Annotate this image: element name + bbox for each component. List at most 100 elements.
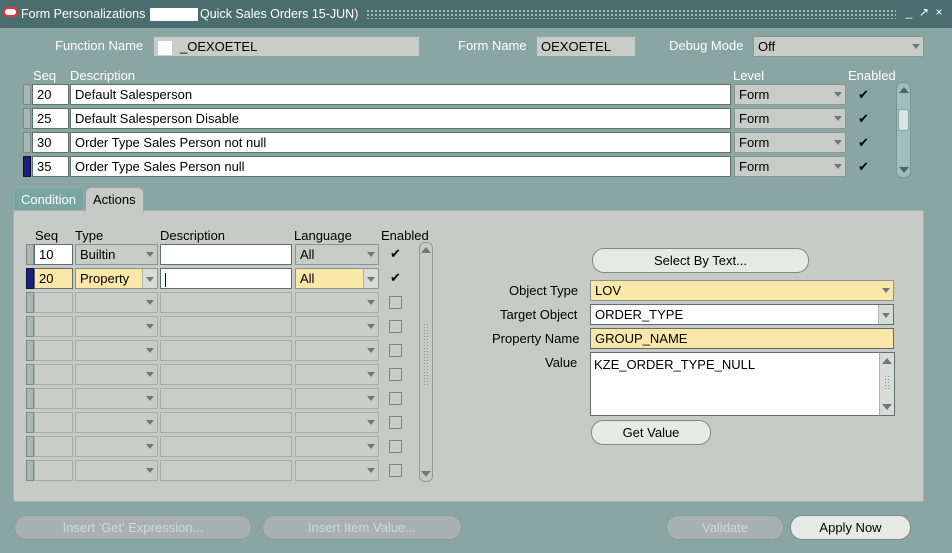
rules-scrollbar[interactable] [896,82,911,178]
action-description[interactable] [160,364,292,385]
action-enabled-checkbox[interactable] [389,344,402,357]
debug-mode-select[interactable]: Off [753,36,924,57]
rule-level-select[interactable]: Form [734,132,846,153]
action-description[interactable] [160,436,292,457]
minimize-icon[interactable]: _ [902,5,916,19]
action-type-select[interactable] [75,388,158,409]
scroll-thumb[interactable] [423,323,429,385]
action-description[interactable] [160,244,292,265]
rule-seq[interactable]: 20 [32,84,69,105]
action-language-select[interactable]: All [295,268,379,289]
rule-seq[interactable]: 30 [32,132,69,153]
scroll-up-icon[interactable] [421,247,431,253]
action-type-select[interactable] [75,364,158,385]
action-enabled-checkbox[interactable] [389,320,402,333]
apply-now-button[interactable]: Apply Now [790,515,911,540]
action-enabled-checkbox[interactable] [389,392,402,405]
function-name-field[interactable]: _OEXOETEL [153,36,420,57]
action-language-select[interactable] [295,364,379,385]
action-description[interactable] [160,292,292,313]
row-indicator[interactable] [23,132,31,153]
row-indicator[interactable] [26,388,34,409]
row-indicator[interactable] [23,84,31,105]
action-language-select[interactable] [295,292,379,313]
rule-level-select[interactable]: Form [734,156,846,177]
scroll-thumb[interactable] [884,375,889,389]
action-enabled-checkbox[interactable] [389,368,402,381]
get-value-button[interactable]: Get Value [591,420,711,445]
row-indicator[interactable] [26,292,34,313]
action-language-select[interactable] [295,412,379,433]
action-description[interactable] [160,412,292,433]
target-object-field[interactable]: ORDER_TYPE [590,304,894,325]
row-indicator[interactable] [26,436,34,457]
action-type-select[interactable] [75,340,158,361]
row-indicator[interactable] [26,460,34,481]
tab-actions[interactable]: Actions [85,187,144,212]
action-seq[interactable] [34,412,73,433]
row-indicator[interactable] [26,364,34,385]
action-type-select[interactable]: Property [75,268,158,289]
action-type-select[interactable] [75,412,158,433]
insert-get-expression-button[interactable]: Insert 'Get' Expression... [14,515,252,540]
rule-description[interactable]: Order Type Sales Person null [70,156,731,177]
actions-scrollbar[interactable] [419,242,433,482]
row-indicator[interactable] [26,316,34,337]
action-enabled-checkbox[interactable] [389,416,402,429]
validate-button[interactable]: Validate [666,515,784,540]
rule-description[interactable]: Order Type Sales Person not null [70,132,731,153]
action-type-select[interactable]: Builtin [75,244,158,265]
row-indicator[interactable] [26,244,34,265]
action-type-select[interactable] [75,460,158,481]
rule-description[interactable]: Default Salesperson Disable [70,108,731,129]
scroll-up-icon[interactable] [899,87,909,93]
rule-enabled-checkbox[interactable]: ✔ [857,160,870,173]
rule-level-select[interactable]: Form [734,108,846,129]
rule-level-select[interactable]: Form [734,84,846,105]
form-name-field[interactable]: OEXOETEL [536,36,636,57]
action-type-select[interactable] [75,292,158,313]
action-enabled-checkbox[interactable]: ✔ [389,247,402,260]
action-enabled-checkbox[interactable]: ✔ [389,271,402,284]
property-name-field[interactable]: GROUP_NAME [590,328,894,349]
action-seq[interactable] [34,292,73,313]
rule-enabled-checkbox[interactable]: ✔ [857,88,870,101]
action-seq[interactable] [34,340,73,361]
close-icon[interactable]: × [932,5,946,19]
action-seq[interactable] [34,388,73,409]
action-type-select[interactable] [75,316,158,337]
rule-description[interactable]: Default Salesperson [70,84,731,105]
action-description[interactable] [160,340,292,361]
action-seq[interactable] [34,316,73,337]
action-language-select[interactable]: All [295,244,379,265]
scroll-up-icon[interactable] [882,358,892,364]
rule-enabled-checkbox[interactable]: ✔ [857,136,870,149]
scroll-down-icon[interactable] [882,404,892,410]
row-indicator[interactable] [23,108,31,129]
row-indicator[interactable] [26,340,34,361]
action-seq[interactable]: 10 [34,244,73,265]
action-language-select[interactable] [295,388,379,409]
object-type-select[interactable]: LOV [590,280,894,301]
scroll-down-icon[interactable] [899,167,909,173]
row-indicator-current[interactable] [23,156,31,177]
action-language-select[interactable] [295,460,379,481]
value-textarea[interactable]: KZE_ORDER_TYPE_NULL [590,352,895,416]
action-description[interactable] [160,388,292,409]
action-language-select[interactable] [295,436,379,457]
rule-seq[interactable]: 25 [32,108,69,129]
row-indicator[interactable] [26,412,34,433]
row-indicator-current[interactable] [26,268,34,289]
tab-condition[interactable]: Condition [13,187,84,211]
maximize-icon[interactable]: ↗ [917,5,931,19]
action-description[interactable] [160,268,292,289]
action-seq[interactable]: 20 [34,268,73,289]
action-type-select[interactable] [75,436,158,457]
action-enabled-checkbox[interactable] [389,464,402,477]
select-by-text-button[interactable]: Select By Text... [592,248,809,273]
scroll-thumb[interactable] [898,109,909,131]
action-seq[interactable] [34,436,73,457]
action-description[interactable] [160,316,292,337]
action-enabled-checkbox[interactable] [389,296,402,309]
action-description[interactable] [160,460,292,481]
